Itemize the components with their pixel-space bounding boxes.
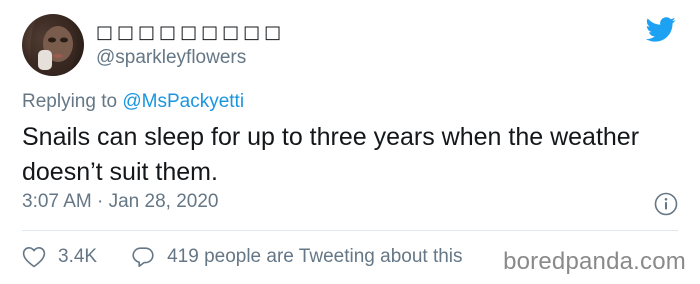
tweeting-about-text: 419 people are Tweeting about this [167,246,463,267]
display-name-glyph: □ [222,21,241,43]
like-button[interactable]: 3.4K [22,246,97,268]
display-name-glyph: □ [201,21,220,43]
display-name-glyph: □ [138,21,157,43]
reply-mention-link[interactable]: @MsPackyetti [122,91,244,112]
display-name-glyph: □ [180,21,199,43]
display-name[interactable]: □ □ □ □ □ □ □ □ □ [96,20,282,44]
user-handle[interactable]: @sparkleyflowers [96,47,246,69]
display-name-glyph: □ [96,21,115,43]
tweet-actions: 3.4K 419 people are Tweeting about this [22,244,463,270]
divider [22,230,678,231]
display-name-glyph: □ [117,21,136,43]
replying-to: Replying to @MsPackyetti [22,91,244,113]
info-icon[interactable] [654,192,678,216]
tweet-text: Snails can sleep for up to three years w… [22,123,640,186]
display-name-glyph: □ [159,21,178,43]
avatar[interactable] [22,14,84,76]
replying-to-prefix: Replying to [22,91,123,112]
display-name-glyph: □ [243,21,262,43]
display-name-glyph: □ [264,21,283,43]
tweet-timestamp[interactable]: 3:07 AM · Jan 28, 2020 [22,191,218,213]
heart-icon [22,247,46,268]
watermark: boredpanda.com [503,248,686,275]
twitter-bird-icon[interactable] [644,14,678,44]
speech-bubble-icon [132,247,154,267]
tweeting-about-link[interactable]: 419 people are Tweeting about this [131,245,463,269]
like-count: 3.4K [58,246,98,267]
